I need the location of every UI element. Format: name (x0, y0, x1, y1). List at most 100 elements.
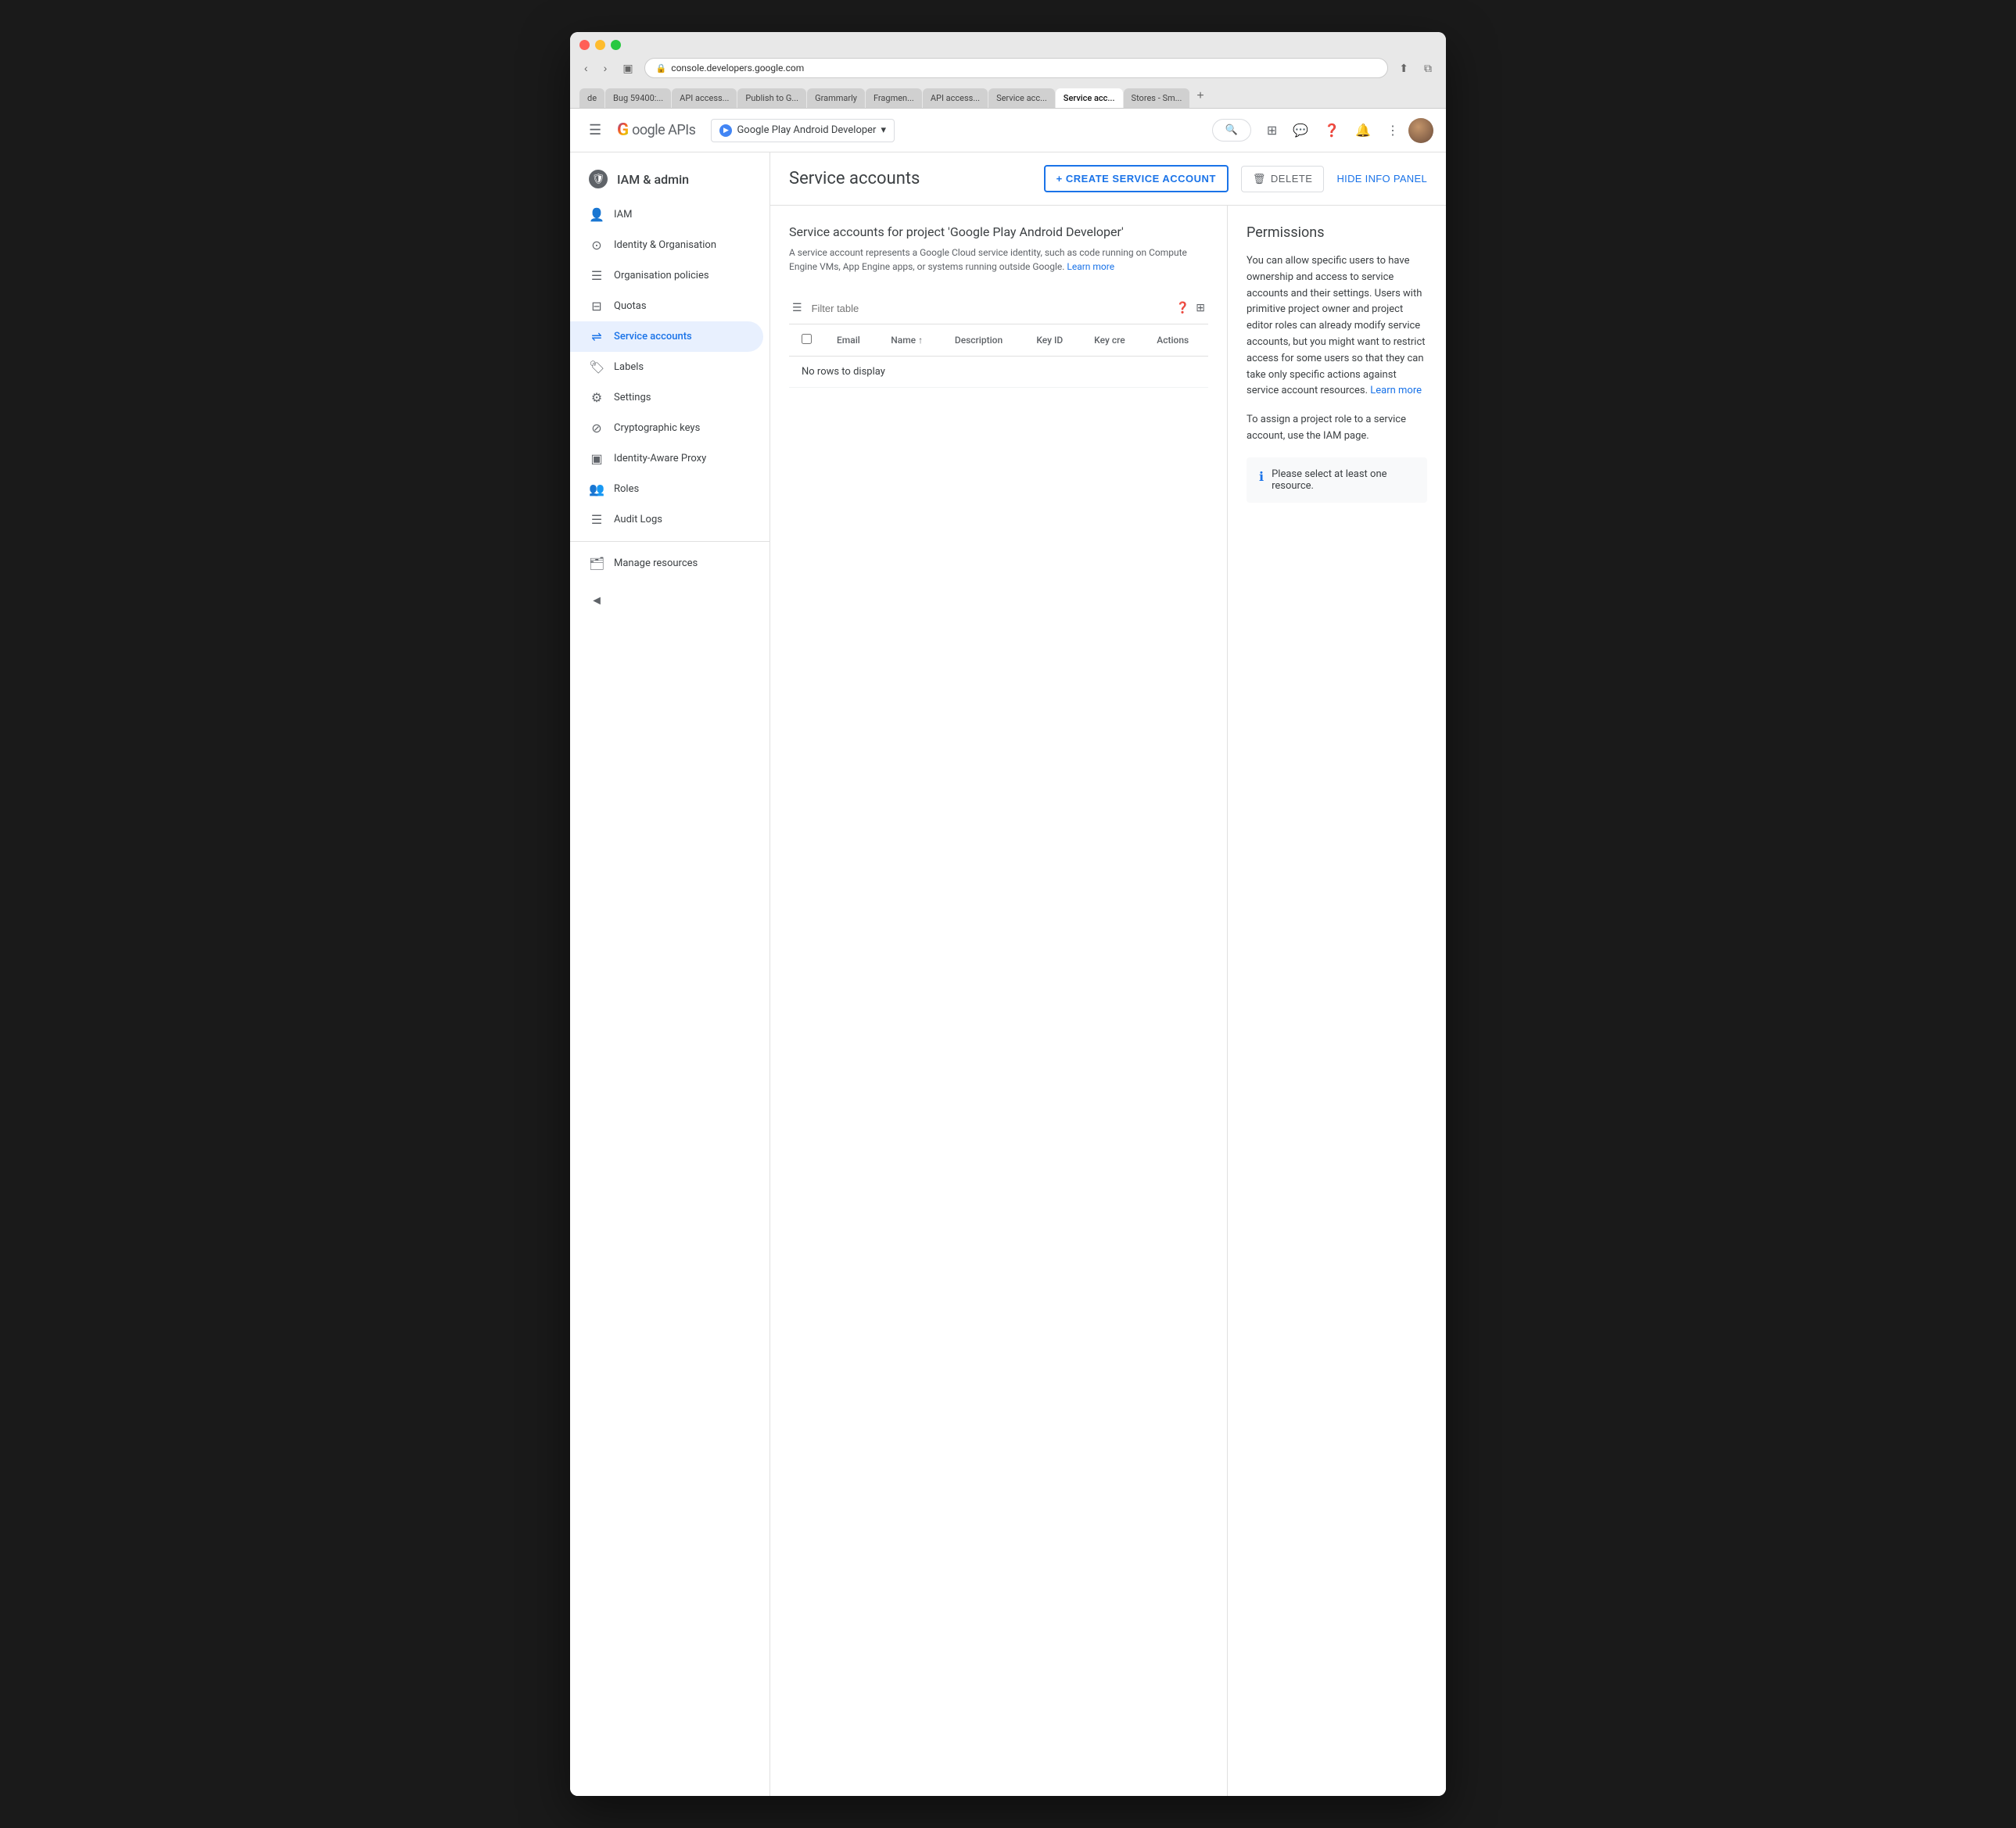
th-key-id: Key ID (1024, 324, 1082, 357)
roles-icon: 👥 (589, 482, 604, 496)
th-actions-label: Actions (1157, 335, 1189, 346)
labels-icon: 🏷 (589, 360, 604, 375)
browser-tab-3[interactable]: Publish to G... (737, 88, 806, 108)
browser-tab-8[interactable]: Service acc... (1056, 88, 1123, 108)
help-icon[interactable]: ❓ (1173, 299, 1193, 317)
address-bar[interactable]: 🔒 console.developers.google.com (644, 58, 1389, 78)
minimize-button[interactable] (595, 40, 605, 50)
user-avatar[interactable] (1408, 118, 1433, 143)
sidebar-item-service-accounts[interactable]: ⇌ Service accounts (570, 321, 763, 352)
manage-resources-icon: 🗂 (589, 556, 604, 571)
browser-tab-9[interactable]: Stores - Sm... (1124, 88, 1190, 108)
project-selector[interactable]: ▶ Google Play Android Developer ▾ (711, 119, 895, 142)
browser-tab-4[interactable]: Grammarly (807, 88, 865, 108)
th-description: Description (942, 324, 1024, 357)
lock-icon: 🔒 (656, 63, 667, 73)
info-notice-text: Please select at least one resource. (1272, 468, 1415, 492)
apis-text: oogle APIs (632, 122, 695, 138)
sidebar-item-manage-resources[interactable]: 🗂 Manage resources (570, 548, 763, 579)
sidebar-item-label-roles: Roles (614, 483, 639, 495)
collapse-icon: ◄ (589, 593, 604, 608)
hamburger-menu-button[interactable]: ☰ (583, 116, 608, 145)
notifications-icon-button[interactable]: 🔔 (1349, 116, 1377, 145)
th-email-sort[interactable]: Email (837, 335, 866, 346)
maximize-button[interactable] (611, 40, 621, 50)
sidebar-item-roles[interactable]: 👥 Roles (570, 474, 763, 504)
section-description: A service account represents a Google Cl… (789, 246, 1208, 274)
more-options-button[interactable]: ⋮ (1380, 116, 1405, 145)
sidebar-item-label-manage-resources: Manage resources (614, 557, 698, 569)
quotas-icon: ⊟ (589, 299, 604, 314)
sidebar-item-label-identity: Identity & Organisation (614, 239, 716, 251)
search-icon: 🔍 (1225, 124, 1238, 136)
org-policies-icon: ☰ (589, 268, 604, 283)
iam-admin-icon: 🛡 (589, 170, 608, 188)
browser-tab-5[interactable]: Fragmen... (866, 88, 922, 108)
th-description-label: Description (955, 335, 1003, 346)
back-button[interactable]: ‹ (579, 59, 593, 77)
content-area: Service accounts + CREATE SERVICE ACCOUN… (770, 152, 1446, 1796)
url-text: console.developers.google.com (671, 63, 804, 73)
permissions-text1-body: You can allow specific users to have own… (1247, 255, 1426, 396)
forward-button[interactable]: › (599, 59, 612, 77)
identity-icon: ⊙ (589, 238, 604, 253)
main-panel: Service accounts for project 'Google Pla… (770, 206, 1227, 1796)
select-all-checkbox[interactable] (802, 334, 812, 344)
permissions-panel-text2: To assign a project role to a service ac… (1247, 412, 1427, 445)
audit-logs-icon: ☰ (589, 512, 604, 527)
add-tab-button[interactable]: + (1190, 84, 1210, 108)
create-service-account-button[interactable]: + CREATE SERVICE ACCOUNT (1044, 165, 1229, 192)
new-tab-button[interactable]: ⧉ (1419, 59, 1437, 78)
browser-tab-6[interactable]: API access... (923, 88, 988, 108)
delete-button[interactable]: 🗑 DELETE (1241, 166, 1325, 192)
search-button[interactable]: 🔍 (1212, 119, 1251, 142)
sidebar-item-cryptographic-keys[interactable]: ⊘ Cryptographic keys (570, 413, 763, 443)
th-name-sort[interactable]: Name ↑ (891, 335, 930, 346)
hide-info-panel-button[interactable]: HIDE INFO PANEL (1336, 173, 1427, 185)
content-header: Service accounts + CREATE SERVICE ACCOUN… (770, 152, 1446, 206)
sidebar-header-title: IAM & admin (617, 172, 689, 187)
filter-input[interactable] (805, 299, 1173, 317)
sidebar: 🛡 IAM & admin 👤 IAM ⊙ Identity & Organis… (570, 152, 770, 1796)
tab-view-button[interactable]: ▣ (618, 59, 637, 78)
sidebar-item-settings[interactable]: ⚙ Settings (570, 382, 763, 413)
browser-tab-1[interactable]: Bug 59400:... (605, 88, 671, 108)
sidebar-item-label-settings: Settings (614, 392, 651, 403)
project-icon: ▶ (719, 124, 732, 137)
top-navigation: ☰ G oogle APIs ▶ Google Play Android Dev… (570, 109, 1446, 152)
sidebar-item-iam[interactable]: 👤 IAM (570, 199, 763, 230)
sidebar-collapse-button[interactable]: ◄ (570, 585, 763, 616)
sidebar-header: 🛡 IAM & admin (570, 159, 769, 199)
sidebar-item-quotas[interactable]: ⊟ Quotas (570, 291, 763, 321)
google-apis-logo[interactable]: G oogle APIs (617, 120, 695, 140)
sidebar-item-identity[interactable]: ⊙ Identity & Organisation (570, 230, 763, 260)
table-toolbar: ☰ ❓ ⊞ (789, 292, 1208, 324)
apps-icon-button[interactable]: ⊞ (1261, 116, 1283, 145)
sidebar-item-org-policies[interactable]: ☰ Organisation policies (570, 260, 763, 291)
sidebar-item-label-labels: Labels (614, 361, 644, 373)
close-button[interactable] (579, 40, 590, 50)
help-icon-button[interactable]: ❓ (1318, 116, 1346, 145)
sidebar-item-iap[interactable]: ▣ Identity-Aware Proxy (570, 443, 763, 474)
google-logo: G (617, 120, 629, 140)
section-desc-text: A service account represents a Google Cl… (789, 247, 1187, 272)
support-icon-button[interactable]: 💬 (1286, 116, 1315, 145)
browser-tab-0[interactable]: de (579, 88, 604, 108)
iap-icon: ▣ (589, 451, 604, 466)
permissions-panel-text1: You can allow specific users to have own… (1247, 253, 1427, 400)
permissions-panel-title: Permissions (1247, 224, 1427, 241)
crypto-keys-icon: ⊘ (589, 421, 604, 435)
project-name: Google Play Android Developer (737, 124, 876, 136)
sidebar-item-labels[interactable]: 🏷 Labels (570, 352, 763, 382)
avatar-image (1408, 118, 1433, 143)
browser-tab-2[interactable]: API access... (672, 88, 737, 108)
sidebar-item-audit-logs[interactable]: ☰ Audit Logs (570, 504, 763, 535)
browser-tab-7[interactable]: Service acc... (988, 88, 1055, 108)
learn-more-link[interactable]: Learn more (1067, 261, 1114, 272)
service-accounts-icon: ⇌ (589, 329, 604, 344)
permissions-learn-more-link[interactable]: Learn more (1370, 385, 1422, 396)
info-notice-icon: ℹ (1259, 469, 1264, 484)
columns-icon[interactable]: ⊞ (1193, 299, 1208, 317)
share-button[interactable]: ⬆ (1394, 59, 1413, 78)
sidebar-divider (570, 541, 769, 542)
